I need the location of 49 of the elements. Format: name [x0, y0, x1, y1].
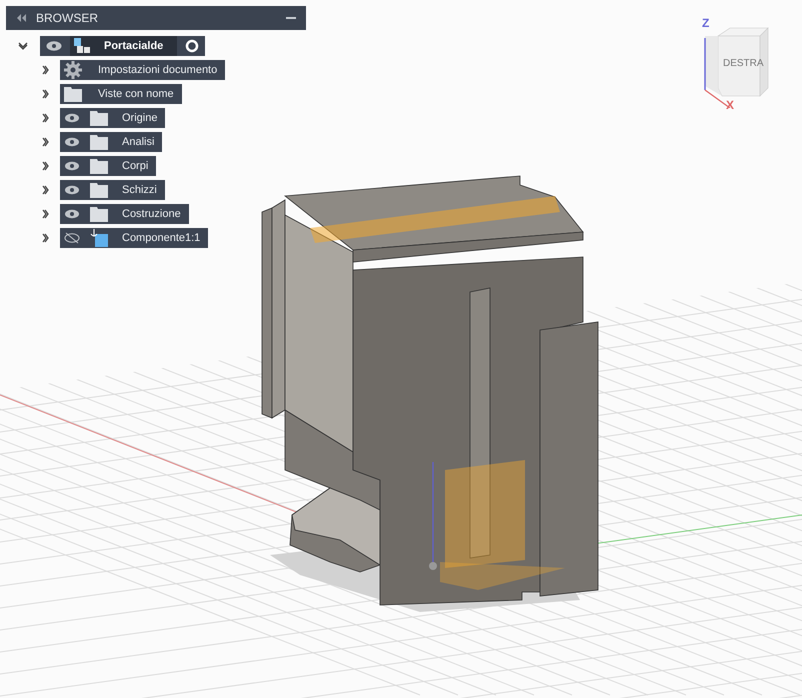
folder-icon: [90, 206, 108, 222]
eye-icon[interactable]: [64, 209, 80, 219]
chevron-icon[interactable]: [42, 137, 50, 147]
eye-icon[interactable]: [46, 40, 62, 52]
item-label: Viste con nome: [98, 88, 174, 100]
item-label: Costruzione: [122, 208, 181, 220]
tree-item[interactable]: Schizzi: [60, 180, 165, 200]
eye-icon[interactable]: [64, 137, 80, 147]
chevron-icon[interactable]: [42, 185, 50, 195]
item-label: Analisi: [122, 136, 154, 148]
tree-item[interactable]: Portacialde: [40, 36, 206, 56]
eye-icon[interactable]: [64, 161, 80, 171]
chevron-icon[interactable]: [42, 113, 50, 123]
item-label: Origine: [122, 112, 158, 124]
tree-item[interactable]: Corpi: [60, 156, 156, 176]
tree-item[interactable]: Costruzione: [60, 204, 189, 224]
tree-item[interactable]: Impostazioni documento: [60, 60, 226, 80]
tree-item[interactable]: Origine: [60, 108, 166, 128]
folder-icon: [90, 110, 108, 126]
item-label: Impostazioni documento: [98, 64, 218, 76]
chevron-icon[interactable]: [42, 209, 50, 219]
chevron-icon[interactable]: [42, 65, 50, 75]
folder-icon: [90, 182, 108, 198]
eye-icon[interactable]: [64, 185, 80, 195]
item-label: Corpi: [122, 160, 148, 172]
folder-icon: [90, 134, 108, 150]
z-axis-label: Z: [702, 16, 710, 30]
tree-item[interactable]: Analisi: [60, 132, 162, 152]
folder-icon: [64, 86, 82, 102]
active-radio-icon[interactable]: [185, 39, 200, 53]
view-cube-face-label[interactable]: DESTRA: [723, 58, 764, 69]
eye-icon[interactable]: [64, 113, 80, 123]
panel-title: BROWSER: [36, 11, 100, 25]
chevron-icon[interactable]: [42, 161, 50, 171]
gear-icon: [64, 61, 82, 79]
x-axis-label: X: [726, 98, 734, 112]
item-label: Componente1:1: [122, 232, 200, 244]
tree-item[interactable]: Viste con nome: [60, 84, 182, 104]
item-label: Portacialde: [104, 40, 164, 52]
chevron-icon[interactable]: [42, 89, 50, 99]
collapse-panel-icon[interactable]: [16, 14, 26, 22]
components-icon: [74, 38, 90, 54]
tree-item[interactable]: Componente1:1: [60, 228, 208, 248]
eye-slash-icon[interactable]: [64, 232, 80, 244]
folder-icon: [90, 158, 108, 174]
anchored-cube-icon: [90, 229, 108, 247]
chevron-icon[interactable]: [18, 42, 28, 50]
item-label: Schizzi: [122, 184, 157, 196]
chevron-icon[interactable]: [42, 233, 50, 243]
